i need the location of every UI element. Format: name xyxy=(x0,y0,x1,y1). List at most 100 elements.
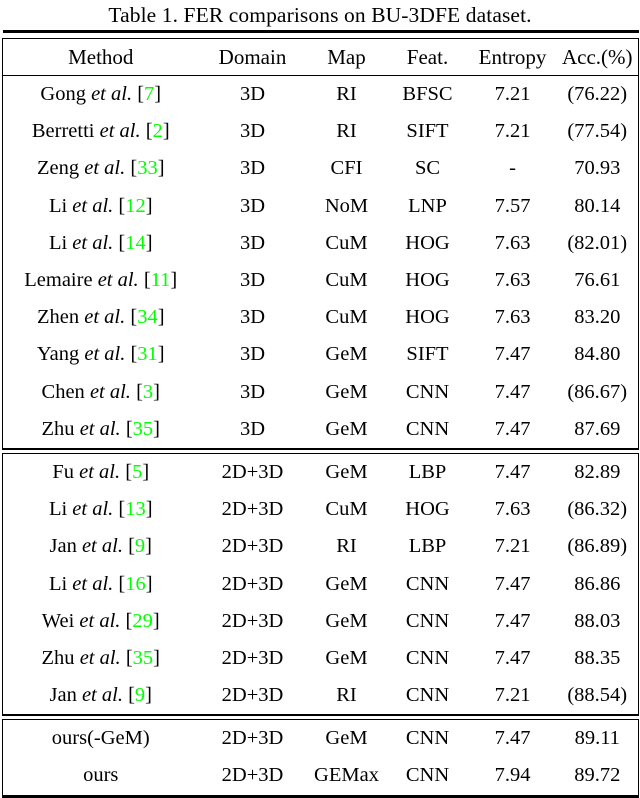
citation-link[interactable]: 11 xyxy=(151,269,171,291)
citation-bracket-close: ] xyxy=(157,157,165,180)
cell-feat: CNN xyxy=(405,609,450,632)
cell-map: CFI xyxy=(330,157,363,180)
method-author: Chen xyxy=(41,380,85,403)
cell-entropy: - xyxy=(509,157,516,180)
cell-feat: CNN xyxy=(405,646,450,669)
cell-feat: HOG xyxy=(405,231,450,254)
method-etal: et al. xyxy=(81,684,123,707)
cell-map: GeM xyxy=(325,646,368,669)
citation-link[interactable]: 16 xyxy=(125,573,146,595)
cell-map: GeM xyxy=(325,343,368,366)
citation-link[interactable]: 35 xyxy=(133,418,154,440)
cell-feat: SIFT xyxy=(406,120,449,143)
citation-bracket-open: [ xyxy=(137,83,145,106)
cell-entropy: 7.47 xyxy=(494,572,531,595)
method-etal: et al. xyxy=(91,83,133,106)
cell-feat: CNN xyxy=(405,764,450,787)
citation-bracket-close: ] xyxy=(142,460,150,483)
method-etal: et al. xyxy=(84,157,126,180)
method-author: Jan xyxy=(49,684,77,707)
citation-bracket-close: ] xyxy=(145,498,153,521)
method-author: Yang xyxy=(36,343,80,366)
citation-link[interactable]: 9 xyxy=(135,535,145,557)
cell-map: NoM xyxy=(324,194,369,217)
citation-link[interactable]: 34 xyxy=(137,306,158,328)
method-etal: et al. xyxy=(79,609,121,632)
cell-method: ours xyxy=(2,757,199,797)
citation-bracket-close: ] xyxy=(170,269,178,292)
cell-acc: (76.22) xyxy=(556,75,639,114)
method-author: Zhu xyxy=(41,417,75,440)
citation-link[interactable]: 3 xyxy=(143,381,153,403)
citation-link[interactable]: 5 xyxy=(132,461,142,483)
cell-entropy: 7.47 xyxy=(494,380,531,403)
cell-map: RI xyxy=(336,684,357,707)
citation-link[interactable]: 12 xyxy=(125,195,146,217)
citation-bracket-open: [ xyxy=(125,417,133,440)
citation-link[interactable]: 31 xyxy=(137,343,158,365)
table-row: Li et al. [14] 3D CuM HOG 7.63 (82.01) xyxy=(2,224,639,262)
method-etal: et al. xyxy=(72,231,114,254)
citation-bracket-open: [ xyxy=(143,269,151,292)
cell-feat: HOG xyxy=(405,269,450,292)
table-body: Method Domain Map Feat. Entropy Acc.(%) Gong e… xyxy=(2,30,639,798)
table-row: Fu et al. [5] 2D+3D GeM LBP 7.47 82.89 xyxy=(2,453,639,492)
method-author: Berretti xyxy=(31,120,95,143)
cell-acc: (82.01) xyxy=(556,224,639,262)
cell-entropy: 7.63 xyxy=(494,269,531,292)
cell-acc: 70.93 xyxy=(556,150,639,188)
cell-map: GeM xyxy=(325,727,368,750)
cell-domain: 2D+3D xyxy=(221,460,284,483)
table-row: Gong et al. [7] 3D RI BFSC 7.21 (76.22) xyxy=(2,75,639,114)
cell-entropy: 7.21 xyxy=(494,120,531,143)
citation-link[interactable]: 7 xyxy=(144,83,154,105)
cell-entropy: 7.63 xyxy=(494,306,531,329)
cell-map: CuM xyxy=(325,306,368,329)
citation-bracket-close: ] xyxy=(157,343,165,366)
method-author: Li xyxy=(48,572,68,595)
table-row: Li et al. [12] 3D NoM LNP 7.57 80.14 xyxy=(2,187,639,225)
cell-entropy: 7.21 xyxy=(494,535,531,558)
cell-method: Chen et al. [3] xyxy=(2,373,199,411)
cell-acc: 89.11 xyxy=(556,719,639,758)
cell-method: Wei et al. [29] xyxy=(2,602,199,640)
method-etal: et al. xyxy=(89,380,131,403)
citation-link[interactable]: 14 xyxy=(125,232,146,254)
column-header-domain: Domain xyxy=(218,44,287,69)
cell-method: Jan et al. [9] xyxy=(2,677,199,716)
cell-domain: 3D xyxy=(239,231,266,254)
method-etal: et al. xyxy=(72,194,114,217)
cell-entropy: 7.63 xyxy=(494,498,531,521)
cell-map: RI xyxy=(336,120,357,143)
cell-entropy: 7.94 xyxy=(494,764,531,787)
cell-method: ours(-GeM) xyxy=(2,719,199,758)
table-row: Zhu et al. [35] 3D GeM CNN 7.47 87.69 xyxy=(2,410,639,449)
cell-method: Yang et al. [31] xyxy=(2,336,199,374)
citation-link[interactable]: 9 xyxy=(135,684,145,706)
table-page: Table 1. FER comparisons on BU-3DFE data… xyxy=(0,0,640,798)
cell-acc: (86.32) xyxy=(556,491,639,529)
citation-link[interactable]: 13 xyxy=(125,498,146,520)
citation-bracket-close: ] xyxy=(145,231,153,254)
table-bottom-rule xyxy=(2,794,639,798)
citation-link[interactable]: 29 xyxy=(132,610,153,632)
citation-bracket-close: ] xyxy=(162,120,170,143)
method-etal: et al. xyxy=(79,460,121,483)
citation-link[interactable]: 2 xyxy=(153,120,163,142)
citation-bracket-close: ] xyxy=(145,194,153,217)
cell-entropy: 7.47 xyxy=(494,460,531,483)
citation-link[interactable]: 35 xyxy=(133,647,154,669)
cell-map: GeM xyxy=(325,417,368,440)
citation-link[interactable]: 33 xyxy=(137,157,158,179)
cell-map: GeM xyxy=(325,380,368,403)
cell-method: Berretti et al. [2] xyxy=(2,113,199,151)
cell-method: Zhu et al. [35] xyxy=(2,639,199,677)
cell-domain: 2D+3D xyxy=(221,727,284,750)
cell-entropy: 7.63 xyxy=(494,231,531,254)
cell-domain: 3D xyxy=(239,120,266,143)
table-container: Method Domain Map Feat. Entropy Acc.(%) Gong e… xyxy=(0,30,640,798)
cell-domain: 2D+3D xyxy=(221,572,284,595)
cell-map: GeM xyxy=(325,572,368,595)
cell-feat: HOG xyxy=(405,306,450,329)
citation-bracket-open: [ xyxy=(128,684,135,707)
